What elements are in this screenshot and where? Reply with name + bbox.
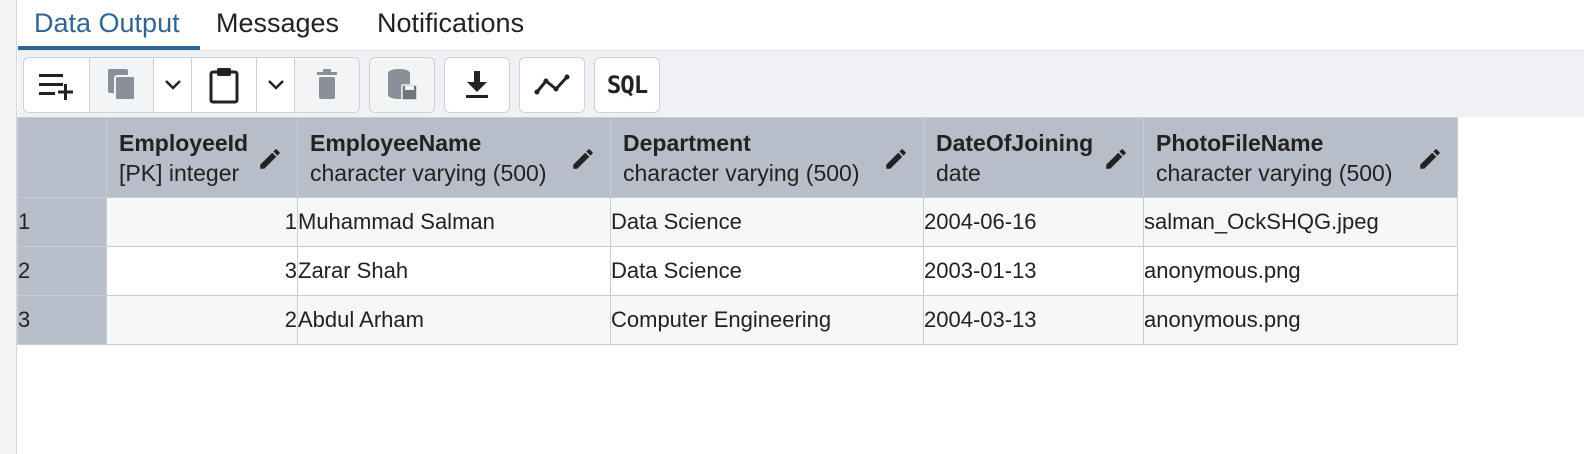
- left-panel-edge: [0, 0, 17, 454]
- active-tab-indicator: [18, 46, 200, 50]
- add-row-icon: [38, 74, 73, 100]
- copy-button[interactable]: [90, 58, 154, 112]
- table-row: 1 1 Muhammad Salman Data Science 2004-06…: [17, 197, 1458, 247]
- cell-department[interactable]: Data Science: [610, 197, 924, 247]
- edit-pencil-icon[interactable]: [570, 146, 596, 172]
- cell-photofilename[interactable]: anonymous.png: [1143, 246, 1458, 296]
- delete-icon: [317, 69, 337, 99]
- save-data-button-group: [369, 57, 435, 113]
- cell-employeeid[interactable]: 1: [106, 197, 298, 247]
- graph-icon: [534, 74, 570, 95]
- column-header-employeeid[interactable]: EmployeeId [PK] integer: [106, 117, 298, 198]
- column-header-dateofjoining[interactable]: DateOfJoining date: [923, 117, 1144, 198]
- chevron-down-icon: [267, 80, 284, 90]
- column-type: character varying (500): [623, 159, 860, 186]
- column-type: character varying (500): [310, 159, 547, 186]
- column-name: PhotoFileName: [1156, 129, 1324, 156]
- grid-corner-cell[interactable]: [17, 117, 107, 198]
- sql-button-group: SQL: [594, 57, 660, 113]
- cell-dateofjoining[interactable]: 2004-03-13: [923, 295, 1144, 345]
- save-data-button[interactable]: [370, 58, 434, 112]
- sql-icon: SQL: [606, 71, 648, 99]
- row-number[interactable]: 3: [17, 295, 107, 345]
- column-type: character varying (500): [1156, 159, 1393, 186]
- column-header-department[interactable]: Department character varying (500): [610, 117, 924, 198]
- paste-options-dropdown[interactable]: [257, 58, 295, 112]
- column-name: Department: [623, 129, 751, 156]
- table-row: 3 2 Abdul Arham Computer Engineering 200…: [17, 295, 1458, 345]
- column-header-photofilename[interactable]: PhotoFileName character varying (500): [1143, 117, 1458, 198]
- paste-icon: [209, 68, 239, 104]
- cell-photofilename[interactable]: salman_OckSHQG.jpeg: [1143, 197, 1458, 247]
- tab-notifications[interactable]: Notifications: [377, 4, 524, 42]
- output-tabs: Data Output Messages Notifications: [18, 0, 1584, 51]
- cell-employeename[interactable]: Muhammad Salman: [297, 197, 611, 247]
- graph-button-group: [519, 57, 585, 113]
- edit-pencil-icon[interactable]: [883, 146, 909, 172]
- edit-pencil-icon[interactable]: [257, 146, 283, 172]
- graph-visualiser-button[interactable]: [520, 58, 584, 112]
- cell-photofilename[interactable]: anonymous.png: [1143, 295, 1458, 345]
- view-sql-button[interactable]: SQL: [595, 58, 659, 112]
- cell-employeeid[interactable]: 3: [106, 246, 298, 296]
- cell-dateofjoining[interactable]: 2003-01-13: [923, 246, 1144, 296]
- edit-button-group: [23, 57, 360, 113]
- copy-options-dropdown[interactable]: [154, 58, 192, 112]
- tab-messages[interactable]: Messages: [216, 4, 339, 42]
- save-data-icon: [388, 69, 418, 101]
- data-grid: EmployeeId [PK] integer EmployeeName cha…: [17, 117, 1458, 345]
- delete-button[interactable]: [295, 58, 359, 112]
- download-button[interactable]: [445, 58, 509, 112]
- tab-data-output[interactable]: Data Output: [34, 4, 180, 42]
- download-icon: [466, 71, 488, 98]
- download-button-group: [444, 57, 510, 113]
- cell-department[interactable]: Data Science: [610, 246, 924, 296]
- paste-button[interactable]: [192, 58, 257, 112]
- copy-icon: [107, 69, 136, 101]
- table-row: 2 3 Zarar Shah Data Science 2003-01-13 a…: [17, 246, 1458, 296]
- cell-employeename[interactable]: Zarar Shah: [297, 246, 611, 296]
- column-name: EmployeeName: [310, 129, 482, 156]
- row-number[interactable]: 1: [17, 197, 107, 247]
- add-row-button[interactable]: [24, 58, 90, 112]
- grid-header-row: EmployeeId [PK] integer EmployeeName cha…: [17, 117, 1458, 198]
- edit-pencil-icon[interactable]: [1417, 146, 1443, 172]
- cell-department[interactable]: Computer Engineering: [610, 295, 924, 345]
- cell-employeeid[interactable]: 2: [106, 295, 298, 345]
- cell-employeename[interactable]: Abdul Arham: [297, 295, 611, 345]
- column-header-employeename[interactable]: EmployeeName character varying (500): [297, 117, 611, 198]
- row-number[interactable]: 2: [17, 246, 107, 296]
- cell-dateofjoining[interactable]: 2004-06-16: [923, 197, 1144, 247]
- chevron-down-icon: [164, 80, 181, 90]
- edit-pencil-icon[interactable]: [1103, 146, 1129, 172]
